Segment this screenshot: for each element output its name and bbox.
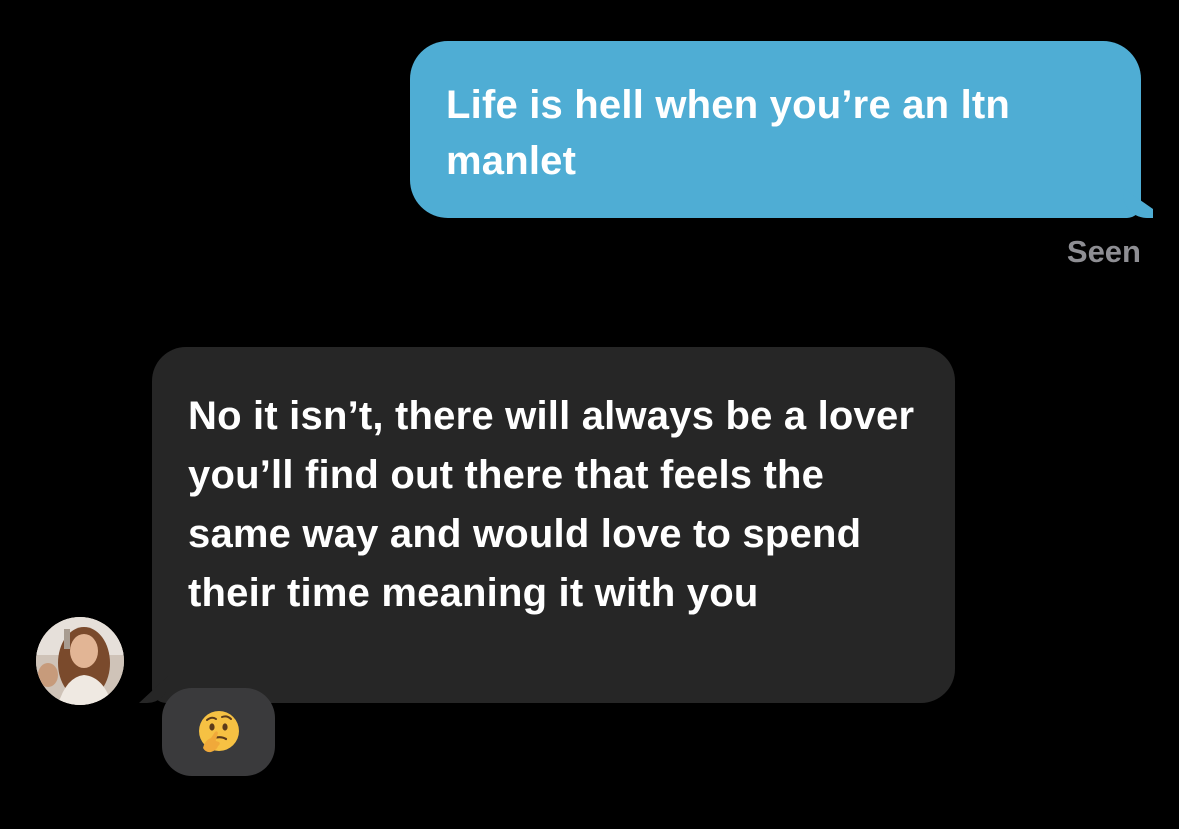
avatar[interactable] [36,617,124,705]
profile-photo-icon [36,617,124,705]
outgoing-bubble-tail [1123,188,1153,218]
incoming-message-bubble[interactable]: No it isn’t, there will always be a love… [139,347,955,703]
thinking-face-icon [198,711,239,753]
incoming-bubble-tail [139,675,169,703]
incoming-message-text: No it isn’t, there will always be a love… [188,394,915,615]
seen-status: Seen [1066,234,1141,269]
outgoing-message-bubble[interactable]: Life is hell when you’re an ltn manlet [410,41,1153,218]
reaction-badge[interactable] [162,688,275,776]
outgoing-message-text: Life is hell when you’re an ltn manlet [446,83,1011,183]
